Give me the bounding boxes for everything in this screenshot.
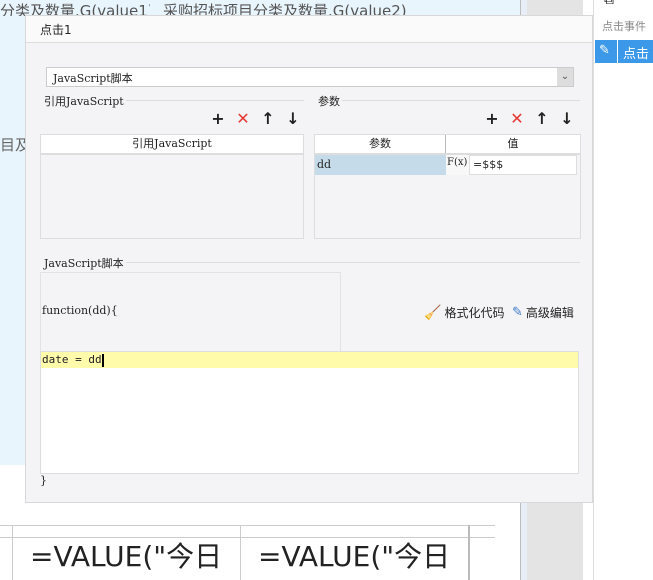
column-header[interactable]: 参数 <box>315 135 446 153</box>
format-code-label: 格式化代码 <box>444 306 505 320</box>
grid-line <box>468 525 470 580</box>
advanced-edit-button[interactable]: ✎ 高级编辑 <box>512 304 574 321</box>
event-dialog: 点击1 JavaScript脚本 ⌄ 引用JavaScript 参数 + ✕ ↑… <box>25 15 593 503</box>
code-editor[interactable]: date = dd <box>40 351 579 474</box>
column-header[interactable]: 值 <box>446 135 580 153</box>
edit-icon: ✎ <box>512 305 523 320</box>
code-line: date = dd <box>42 353 102 366</box>
arrow-up-icon[interactable]: ↑ <box>259 109 277 128</box>
script-header-box: function(dd){ <box>40 272 341 352</box>
params-legend: 参数 <box>316 93 342 109</box>
param-name[interactable]: dd <box>315 155 446 175</box>
divider <box>316 100 580 101</box>
pencil-icon: ✎ <box>599 43 610 58</box>
dialog-title: 点击1 <box>26 16 592 43</box>
select-value: JavaScript脚本 <box>53 72 133 85</box>
current-line[interactable]: date = dd <box>41 352 578 368</box>
params-table[interactable]: 参数 值 dd F(x) =$$$ <box>314 134 581 239</box>
function-header: function(dd){ <box>42 304 118 317</box>
add-icon[interactable]: + <box>483 109 501 128</box>
chevron-down-icon[interactable]: ⌄ <box>557 68 573 86</box>
delete-icon[interactable]: ✕ <box>234 109 252 128</box>
ref-js-legend: 引用JavaScript <box>42 93 126 109</box>
grid-line <box>12 525 13 580</box>
arrow-up-icon[interactable]: ↑ <box>533 109 551 128</box>
grid-line <box>240 525 241 580</box>
format-code-button[interactable]: 🧹 格式化代码 <box>424 304 504 321</box>
table-row[interactable]: dd F(x) =$$$ <box>315 155 580 175</box>
column-header[interactable]: 分类及数量.G(value1) <box>0 0 150 16</box>
column-header[interactable]: 引用JavaScript <box>41 135 303 155</box>
text-cursor <box>101 353 104 367</box>
event-item-label: 点击 <box>623 47 650 62</box>
right-panel: ⧉ 点击事件 ✎ 点击 <box>593 0 653 580</box>
ref-js-table[interactable]: 引用JavaScript <box>40 134 304 239</box>
arrow-down-icon[interactable]: ↓ <box>558 109 576 128</box>
header-row: 参数 值 <box>315 135 580 155</box>
event-item[interactable]: ✎ 点击 <box>595 40 653 63</box>
column-header[interactable]: 采购招标项目分类及数量.G(value2) <box>163 0 493 16</box>
formula-cell[interactable]: =VALUE("今日 <box>30 535 222 575</box>
section-label: 点击事件 <box>602 20 646 33</box>
formula-cell[interactable]: =VALUE("今日 <box>258 535 450 575</box>
function-footer: } <box>40 474 47 487</box>
broom-icon: 🧹 <box>424 304 442 321</box>
arrow-down-icon[interactable]: ↓ <box>284 109 302 128</box>
param-value[interactable]: =$$$ <box>469 155 577 175</box>
advanced-edit-label: 高级编辑 <box>525 306 574 320</box>
event-type-select[interactable]: JavaScript脚本 ⌄ <box>46 67 574 87</box>
script-legend: JavaScript脚本 <box>42 255 126 271</box>
add-icon[interactable]: + <box>209 109 227 128</box>
copy-icon[interactable]: ⧉ <box>604 0 614 8</box>
formula-icon[interactable]: F(x) <box>446 155 469 175</box>
delete-icon[interactable]: ✕ <box>508 109 526 128</box>
grid-line <box>0 525 495 526</box>
